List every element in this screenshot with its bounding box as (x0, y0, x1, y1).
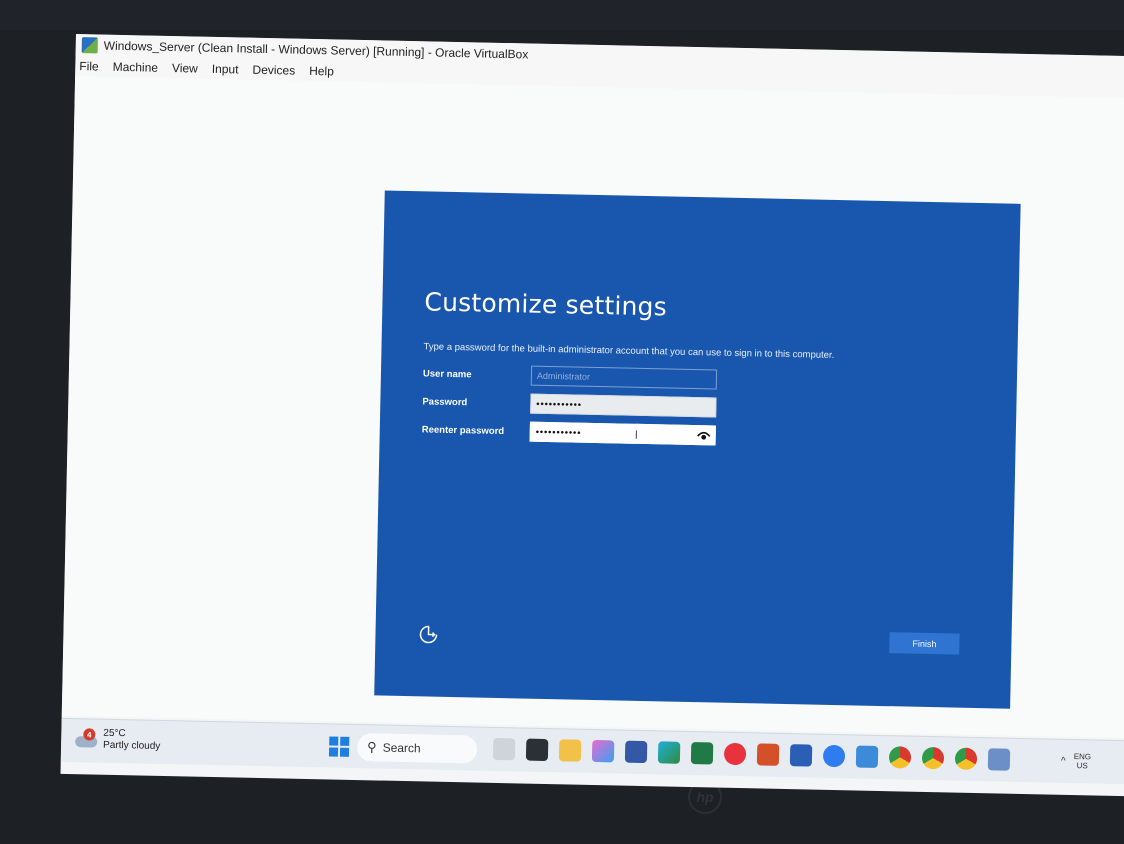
start-button[interactable] (328, 736, 350, 757)
chrome-profile-2-icon[interactable] (954, 747, 978, 771)
oobe-customize-settings-panel: Customize settings Type a password for t… (374, 190, 1021, 709)
word-icon[interactable] (789, 744, 813, 767)
laptop-screen: Windows_Server (Clean Install - Windows … (60, 34, 1124, 797)
weather-cloud-icon: 4 (73, 728, 99, 751)
powerpoint-icon[interactable] (756, 743, 780, 766)
language-indicator[interactable]: ENG US (1073, 752, 1092, 771)
password-row: Password ••••••••••• (422, 391, 717, 418)
monitor-bezel-top (0, 0, 1124, 30)
text-cursor-icon: I (634, 427, 640, 442)
menu-help[interactable]: Help (309, 64, 334, 79)
username-field: Administrator (530, 365, 718, 390)
reenter-password-field[interactable]: ••••••••••• I (529, 421, 716, 446)
file-explorer-icon[interactable] (558, 739, 582, 762)
search-label: Search (382, 740, 421, 756)
copilot-icon[interactable] (591, 739, 615, 763)
weather-condition: Partly cloudy (102, 739, 161, 752)
menu-view[interactable]: View (172, 61, 198, 76)
chrome-icon[interactable] (888, 746, 912, 769)
password-field[interactable]: ••••••••••• (530, 393, 717, 418)
username-value: Administrator (536, 370, 591, 382)
menu-file[interactable]: File (79, 59, 99, 73)
reveal-password-icon[interactable] (697, 429, 711, 441)
accessibility-icon[interactable] (417, 623, 439, 645)
opera-icon[interactable] (723, 742, 747, 766)
menu-input[interactable]: Input (212, 62, 239, 77)
system-tray: ^ ENG US (1061, 752, 1091, 771)
reenter-password-row: Reenter password ••••••••••• I (421, 419, 716, 446)
taskbar-search[interactable]: ⚲ Search (356, 733, 478, 764)
reenter-password-value: ••••••••••• (535, 426, 582, 438)
reenter-password-label: Reenter password (421, 423, 505, 437)
lightshot-icon[interactable] (525, 738, 549, 762)
pinned-apps (492, 737, 1011, 771)
password-label: Password (422, 395, 468, 408)
finish-button[interactable]: Finish (889, 632, 960, 655)
excel-icon[interactable] (690, 742, 714, 765)
weather-widget[interactable]: 4 25°C Partly cloudy (73, 727, 161, 753)
language-line-1: ENG (1073, 752, 1092, 762)
vscode-icon[interactable] (855, 745, 879, 768)
virtualbox-app-icon (81, 37, 98, 54)
chrome-profile-icon[interactable] (921, 746, 945, 770)
search-icon: ⚲ (366, 739, 377, 755)
menu-machine[interactable]: Machine (113, 60, 159, 75)
messenger-icon[interactable] (822, 744, 846, 768)
page-description: Type a password for the built-in adminis… (423, 341, 835, 361)
vm-display[interactable]: Customize settings Type a password for t… (61, 75, 1124, 770)
store-icon[interactable] (624, 740, 648, 764)
chevron-up-icon[interactable]: ^ (1061, 755, 1066, 766)
virtualbox-icon[interactable] (987, 748, 1011, 771)
username-label: User name (422, 367, 472, 380)
username-row: User name Administrator (422, 363, 718, 390)
menu-devices[interactable]: Devices (252, 63, 295, 78)
edge-icon[interactable] (657, 741, 681, 764)
password-value: ••••••••••• (536, 398, 583, 410)
page-title: Customize settings (424, 287, 668, 322)
language-line-2: US (1076, 761, 1088, 771)
people-icon[interactable] (492, 737, 516, 761)
